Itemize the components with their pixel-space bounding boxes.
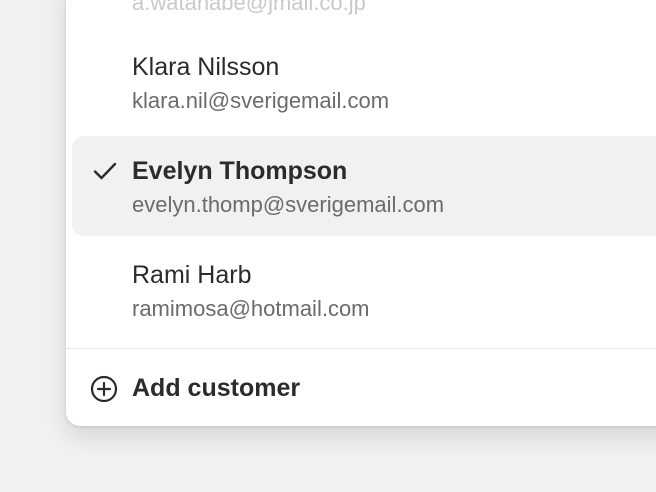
customer-option[interactable]: Rami Harb ramimosa@hotmail.com: [72, 240, 656, 340]
customer-option[interactable]: Klara Nilsson klara.nil@sverigemail.com: [72, 32, 656, 132]
plus-circle-icon: [90, 375, 118, 403]
customer-name: Klara Nilsson: [132, 53, 280, 81]
customer-email: a.watanabe@jmail.co.jp: [132, 0, 366, 15]
check-icon: [93, 162, 117, 180]
divider: [66, 348, 656, 349]
customer-name: Rami Harb: [132, 261, 252, 289]
customer-email: ramimosa@hotmail.com: [132, 296, 370, 321]
customer-email: evelyn.thomp@sverigemail.com: [132, 192, 445, 217]
customer-email: klara.nil@sverigemail.com: [132, 88, 390, 113]
page-background: a.watanabe@jmail.co.jp Klara Nilsson kla…: [0, 0, 656, 492]
customer-select-dropdown: a.watanabe@jmail.co.jp Klara Nilsson kla…: [66, 0, 656, 426]
customer-option-selected[interactable]: Evelyn Thompson evelyn.thomp@sverigemail…: [72, 136, 656, 236]
customer-option[interactable]: a.watanabe@jmail.co.jp: [72, 0, 656, 34]
add-customer-label: Add customer: [132, 374, 301, 402]
add-customer-button[interactable]: Add customer: [66, 356, 656, 422]
customer-name: Evelyn Thompson: [132, 157, 348, 185]
